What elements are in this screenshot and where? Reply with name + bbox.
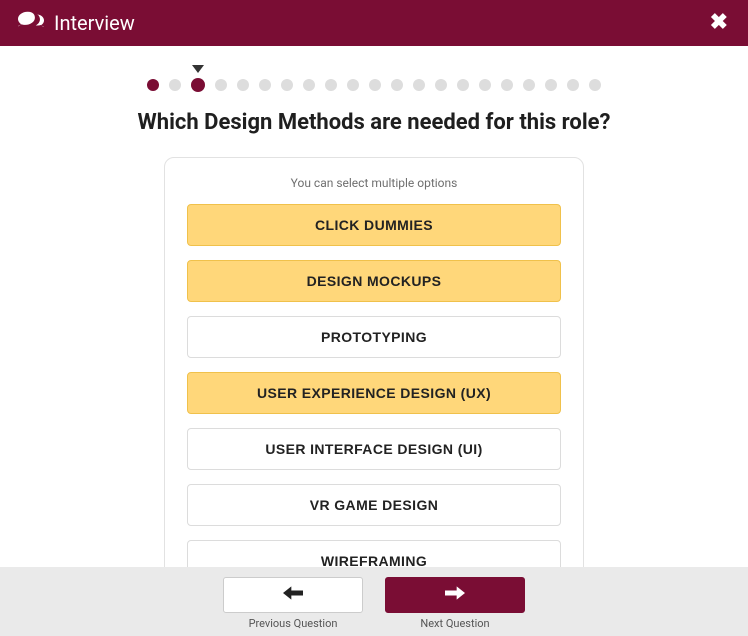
step-dot[interactable] (325, 79, 337, 91)
step-dot[interactable] (391, 79, 403, 91)
option-5[interactable]: VR Game Design (187, 484, 561, 526)
step-dot[interactable] (347, 79, 359, 91)
step-dot[interactable] (413, 79, 425, 91)
footer-nav: Previous Question Next Question (0, 567, 748, 636)
step-dot[interactable] (567, 79, 579, 91)
option-2[interactable]: Prototyping (187, 316, 561, 358)
header-title-text: Interview (54, 11, 135, 35)
chat-icon (18, 10, 44, 37)
modal-header: Interview ✖ (0, 0, 748, 46)
step-dot[interactable] (369, 79, 381, 91)
option-1[interactable]: Design Mockups (187, 260, 561, 302)
step-dots (0, 75, 748, 110)
options-card: You can select multiple options Click Du… (164, 157, 584, 567)
option-6[interactable]: Wireframing (187, 540, 561, 567)
option-0[interactable]: Click Dummies (187, 204, 561, 246)
step-dot[interactable] (147, 79, 159, 91)
step-dot[interactable] (259, 79, 271, 91)
step-dot[interactable] (281, 79, 293, 91)
step-dot[interactable] (191, 78, 205, 92)
step-dot[interactable] (303, 79, 315, 91)
options-list: Click Dummies Design Mockups Prototyping Us… (187, 204, 561, 567)
step-dot[interactable] (169, 79, 181, 91)
step-dot[interactable] (435, 79, 447, 91)
step-dot[interactable] (589, 79, 601, 91)
step-dot[interactable] (501, 79, 513, 91)
arrow-right-icon (445, 585, 465, 606)
close-button[interactable]: ✖ (710, 12, 728, 34)
hint-text: You can select multiple options (187, 176, 561, 190)
step-dot[interactable] (545, 79, 557, 91)
previous-button[interactable] (223, 577, 363, 613)
header-title-wrap: Interview (18, 10, 135, 37)
step-dot[interactable] (215, 79, 227, 91)
close-icon: ✖ (710, 10, 728, 35)
step-dot[interactable] (479, 79, 491, 91)
arrow-left-icon (283, 585, 303, 606)
previous-label: Previous Question (223, 617, 363, 630)
progress-indicator (0, 46, 748, 110)
option-4[interactable]: User Interface Design (UI) (187, 428, 561, 470)
step-dot[interactable] (457, 79, 469, 91)
next-button[interactable] (385, 577, 525, 613)
caret-down-icon (192, 65, 204, 73)
option-3[interactable]: User Experience Design (UX) (187, 372, 561, 414)
next-label: Next Question (385, 617, 525, 630)
step-dot[interactable] (237, 79, 249, 91)
content-area: Which Design Methods are needed for this… (0, 46, 748, 567)
step-dot[interactable] (523, 79, 535, 91)
question-text: Which Design Methods are needed for this… (0, 110, 748, 157)
